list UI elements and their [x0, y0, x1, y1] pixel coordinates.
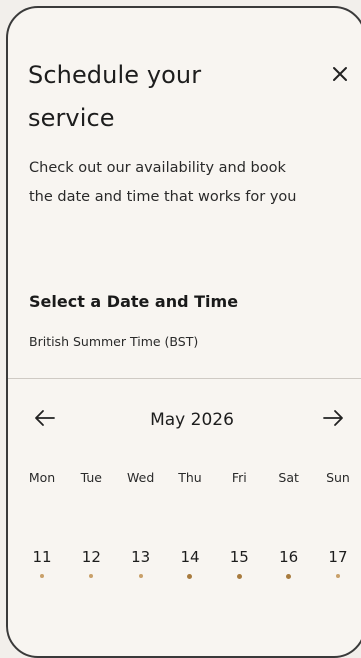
- close-icon: [333, 67, 347, 81]
- schedule-dialog: Schedule your service Check out our avai…: [6, 6, 361, 658]
- date-row: 11 12 13 14 15 16 17: [22, 548, 358, 579]
- timezone-label: British Summer Time (BST): [29, 334, 199, 349]
- date-number: 11: [32, 548, 52, 566]
- close-button[interactable]: [328, 62, 352, 86]
- availability-dot: [236, 574, 242, 579]
- weekday-fri: Fri: [231, 470, 247, 485]
- date-number: 13: [131, 548, 151, 566]
- month-label: May 2026: [150, 410, 234, 430]
- availability-dot: [286, 574, 292, 579]
- date-cell-14[interactable]: 14: [170, 548, 210, 579]
- weekday-sat: Sat: [278, 470, 299, 485]
- date-cell-15[interactable]: 15: [219, 548, 259, 579]
- weekday-sun: Sun: [326, 470, 350, 485]
- date-cell-12[interactable]: 12: [71, 548, 111, 579]
- dialog-description: Check out our availability and book the …: [29, 160, 297, 205]
- date-cell-16[interactable]: 16: [269, 548, 309, 579]
- availability-dot: [335, 574, 340, 578]
- divider: [8, 378, 361, 379]
- availability-dot: [40, 574, 44, 578]
- weekday-tue: Tue: [80, 470, 102, 485]
- availability-dot: [89, 574, 94, 578]
- date-number: 14: [180, 548, 200, 566]
- availability-dot: [138, 574, 143, 578]
- dialog-title: Schedule your service: [28, 61, 202, 132]
- next-month-button[interactable]: [320, 406, 346, 430]
- arrow-right-icon: [323, 410, 343, 426]
- weekday-mon: Mon: [28, 470, 56, 485]
- date-cell-17[interactable]: 17: [318, 548, 358, 579]
- date-number: 12: [81, 548, 101, 566]
- date-cell-13[interactable]: 13: [121, 548, 161, 579]
- section-title: Select a Date and Time: [29, 292, 239, 311]
- date-cell-11[interactable]: 11: [22, 548, 62, 579]
- date-number: 16: [279, 548, 299, 566]
- date-number: 17: [328, 548, 348, 566]
- date-number: 15: [229, 548, 249, 566]
- weekday-thu: Thu: [178, 470, 202, 485]
- weekday-wed: Wed: [127, 470, 155, 485]
- weekday-header: Mon Tue Wed Thu Fri Sat Sun: [22, 470, 358, 485]
- availability-dot: [187, 574, 193, 579]
